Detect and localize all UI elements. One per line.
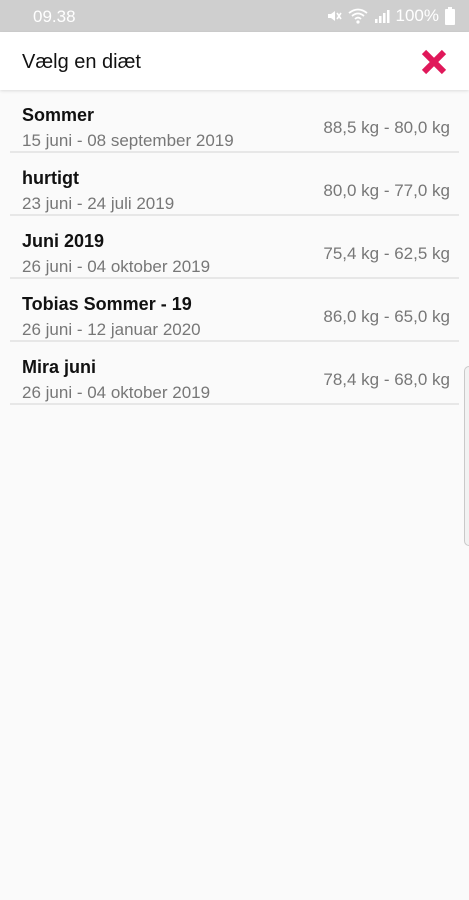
status-icons: 100%: [326, 6, 455, 26]
diet-weight-range: 88,5 kg - 80,0 kg: [323, 118, 450, 137]
close-icon[interactable]: [421, 49, 447, 75]
battery-icon: [445, 7, 455, 25]
diet-weight-range: 75,4 kg - 62,5 kg: [323, 244, 450, 263]
diet-dates: 26 juni - 04 oktober 2019: [22, 257, 211, 276]
diet-item-hurtigt[interactable]: hurtigt 23 juni - 24 juli 2019 80,0 kg -…: [0, 153, 469, 216]
status-bar: 09.38 100%: [0, 0, 469, 32]
diet-item-tobias-sommer-19[interactable]: Tobias Sommer - 19 26 juni - 12 januar 2…: [0, 279, 469, 342]
diet-weight-range: 78,4 kg - 68,0 kg: [323, 370, 450, 389]
diet-item-juni-2019[interactable]: Juni 2019 26 juni - 04 oktober 2019 75,4…: [0, 216, 469, 279]
diet-dates: 26 juni - 12 januar 2020: [22, 320, 201, 339]
diet-name: Mira juni: [22, 357, 97, 377]
diet-item-sommer[interactable]: Sommer 15 juni - 08 september 2019 88,5 …: [0, 90, 469, 153]
diet-dates: 23 juni - 24 juli 2019: [22, 194, 175, 213]
diet-name: Sommer: [22, 105, 95, 125]
dialog-header: Vælg en diæt: [0, 32, 469, 90]
close-button[interactable]: [419, 47, 449, 77]
diet-dates: 26 juni - 04 oktober 2019: [22, 383, 211, 402]
page-title: Vælg en diæt: [22, 51, 141, 73]
signal-icon: [374, 8, 390, 24]
wifi-icon: [347, 8, 368, 24]
diet-weight-range: 80,0 kg - 77,0 kg: [323, 181, 450, 200]
diet-name: hurtigt: [22, 168, 79, 188]
mute-icon: [326, 8, 342, 24]
diet-weight-range: 86,0 kg - 65,0 kg: [323, 307, 450, 326]
edge-panel-handle[interactable]: [464, 366, 469, 546]
diet-item-mira-juni[interactable]: Mira juni 26 juni - 04 oktober 2019 78,4…: [0, 342, 469, 405]
battery-percentage: 100%: [395, 6, 439, 25]
diet-list: Sommer 15 juni - 08 september 2019 88,5 …: [0, 90, 469, 405]
status-time: 09.38: [33, 7, 76, 26]
diet-name: Juni 2019: [22, 231, 105, 251]
diet-name: Tobias Sommer - 19: [22, 294, 192, 314]
diet-dates: 15 juni - 08 september 2019: [22, 131, 234, 150]
